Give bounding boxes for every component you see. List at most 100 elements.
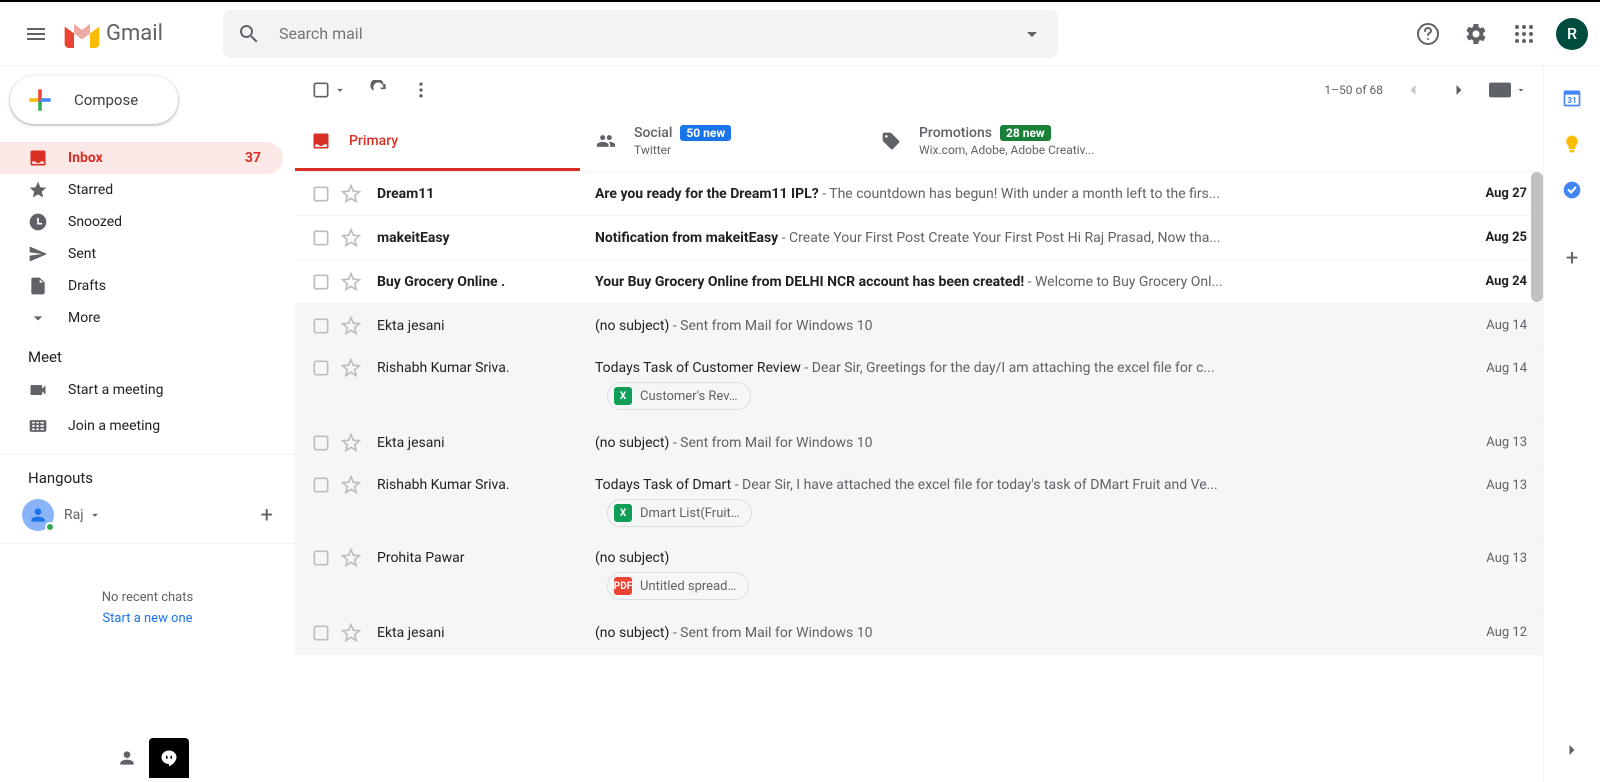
mail-date: Aug 25	[1457, 230, 1527, 245]
sidebar-item-more[interactable]: More	[0, 302, 283, 334]
compose-plus-icon	[24, 84, 56, 116]
support-button[interactable]	[1408, 14, 1448, 54]
mail-row[interactable]: Rishabh Kumar Sriva.Todays Task of Custo…	[295, 348, 1543, 421]
more-vert-icon	[411, 80, 431, 100]
refresh-button[interactable]	[369, 80, 389, 100]
next-page-button[interactable]	[1443, 74, 1475, 106]
sidebar-item-drafts[interactable]: Drafts	[0, 270, 283, 302]
video-icon	[28, 380, 48, 400]
sidebar-item-inbox[interactable]: Inbox 37	[0, 142, 283, 174]
hangouts-user[interactable]: Raj +	[0, 493, 295, 537]
tab-promotions[interactable]: Promotions 28 new Wix.com, Adobe, Adobe …	[865, 114, 1150, 171]
row-checkbox[interactable]	[311, 184, 331, 204]
mail-row[interactable]: Buy Grocery Online .Your Buy Grocery Onl…	[295, 260, 1543, 304]
sidebar-item-label: Snoozed	[68, 214, 122, 230]
row-checkbox[interactable]	[311, 433, 331, 453]
apps-button[interactable]	[1504, 14, 1544, 54]
gmail-icon	[64, 20, 100, 48]
row-checkbox[interactable]	[311, 228, 331, 248]
attachment-label: Dmart List(Fruit…	[640, 506, 739, 521]
keyboard-icon	[1489, 82, 1511, 98]
row-star[interactable]	[341, 433, 361, 453]
sidebar-item-label: Inbox	[68, 150, 103, 166]
row-checkbox[interactable]	[311, 475, 331, 495]
more-button[interactable]	[411, 80, 431, 100]
mail-body: (no subject)	[595, 550, 1457, 566]
sidebar-item-snoozed[interactable]: Snoozed	[0, 206, 283, 238]
search-bar[interactable]	[223, 10, 1058, 58]
mail-row[interactable]: Ekta jesani(no subject) - Sent from Mail…	[295, 304, 1543, 348]
compose-button[interactable]: Compose	[10, 76, 178, 124]
settings-button[interactable]	[1456, 14, 1496, 54]
row-star[interactable]	[341, 184, 361, 204]
account-avatar[interactable]: R	[1556, 18, 1588, 50]
mail-list[interactable]: Dream11Are you ready for the Dream11 IPL…	[295, 172, 1543, 782]
row-star[interactable]	[341, 228, 361, 248]
hangouts-chat-tab[interactable]	[149, 738, 189, 778]
select-all-checkbox[interactable]	[311, 80, 347, 100]
side-panel: 31 +	[1544, 66, 1600, 782]
mail-snippet: - Sent from Mail for Windows 10	[669, 625, 872, 641]
mail-body: Todays Task of Dmart - Dear Sir, I have …	[595, 477, 1457, 493]
mail-subject: Todays Task of Dmart	[595, 477, 731, 493]
add-app-button[interactable]: +	[1566, 246, 1578, 271]
tab-primary[interactable]: Primary	[295, 114, 580, 171]
row-checkbox[interactable]	[311, 548, 331, 568]
mail-subject: Notification from makeitEasy	[595, 230, 778, 246]
row-checkbox[interactable]	[311, 358, 331, 378]
mail-row[interactable]: Dream11Are you ready for the Dream11 IPL…	[295, 172, 1543, 216]
main-menu-button[interactable]	[12, 10, 60, 58]
row-star[interactable]	[341, 623, 361, 643]
sidebar-item-label: Sent	[68, 246, 96, 262]
inbox-icon	[28, 148, 48, 168]
attachment-row: PDFUntitled spread…	[311, 568, 749, 610]
attachment-chip[interactable]: XDmart List(Fruit…	[607, 499, 752, 527]
new-chat-button[interactable]: +	[261, 503, 273, 528]
sidebar-item-sent[interactable]: Sent	[0, 238, 283, 270]
mail-subject: (no subject)	[595, 550, 669, 566]
sidebar-item-starred[interactable]: Starred	[0, 174, 283, 206]
mail-snippet: - Welcome to Buy Grocery Onl...	[1024, 274, 1222, 290]
row-star[interactable]	[341, 272, 361, 292]
row-checkbox[interactable]	[311, 623, 331, 643]
row-star[interactable]	[341, 548, 361, 568]
input-tool-button[interactable]	[1489, 82, 1527, 98]
prev-page-button[interactable]	[1397, 74, 1429, 106]
row-star[interactable]	[341, 475, 361, 495]
scrollbar[interactable]	[1531, 172, 1543, 302]
person-icon	[117, 748, 137, 768]
hangouts-contacts-tab[interactable]	[107, 738, 147, 778]
attachment-chip[interactable]: PDFUntitled spread…	[607, 572, 749, 600]
mail-snippet: - Dear Sir, I have attached the excel fi…	[731, 477, 1218, 493]
attachment-chip[interactable]: XCustomer's Rev…	[607, 382, 751, 410]
row-star[interactable]	[341, 316, 361, 336]
keyboard-icon	[28, 416, 48, 436]
mail-row[interactable]: Rishabh Kumar Sriva.Todays Task of Dmart…	[295, 465, 1543, 538]
tab-social[interactable]: Social 50 new Twitter	[580, 114, 865, 171]
gmail-logo[interactable]: Gmail	[64, 20, 163, 48]
tasks-app-button[interactable]	[1562, 180, 1582, 200]
mail-body: (no subject) - Sent from Mail for Window…	[595, 318, 1457, 334]
mail-date: Aug 13	[1457, 478, 1527, 493]
compose-label: Compose	[74, 91, 138, 109]
row-checkbox[interactable]	[311, 316, 331, 336]
attachment-row: XCustomer's Rev…	[311, 378, 751, 420]
search-icon	[237, 22, 261, 46]
keep-app-button[interactable]	[1562, 134, 1582, 154]
search-options-icon[interactable]	[1020, 22, 1044, 46]
start-meeting-button[interactable]: Start a meeting	[0, 372, 295, 408]
join-meeting-button[interactable]: Join a meeting	[0, 408, 295, 444]
tab-label: Promotions	[919, 125, 992, 141]
search-input[interactable]	[279, 24, 1020, 43]
mail-snippet: - Sent from Mail for Windows 10	[669, 318, 872, 334]
mail-row[interactable]: Prohita Pawar(no subject)Aug 13PDFUntitl…	[295, 538, 1543, 611]
collapse-panel-button[interactable]	[1562, 740, 1582, 760]
mail-row[interactable]: Ekta jesani(no subject) - Sent from Mail…	[295, 421, 1543, 465]
mail-row[interactable]: makeitEasyNotification from makeitEasy -…	[295, 216, 1543, 260]
start-new-chat-link[interactable]: Start a new one	[0, 609, 295, 630]
row-checkbox[interactable]	[311, 272, 331, 292]
row-star[interactable]	[341, 358, 361, 378]
calendar-app-button[interactable]: 31	[1562, 88, 1582, 108]
mail-row[interactable]: Ekta jesani(no subject) - Sent from Mail…	[295, 611, 1543, 655]
attachment-label: Untitled spread…	[640, 579, 736, 594]
